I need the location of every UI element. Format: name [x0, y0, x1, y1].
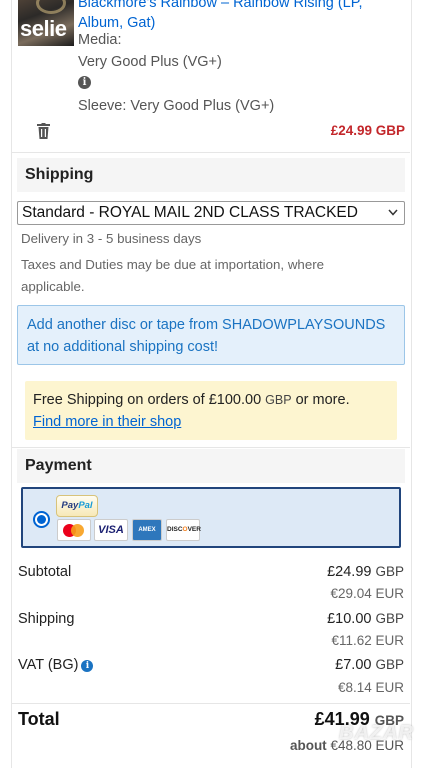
paypal-pal: Pal — [78, 500, 93, 511]
album-cover[interactable]: selie — [18, 0, 74, 46]
watermark-logo: BAZAR — [339, 722, 414, 744]
item-price: £24.99 GBP — [330, 123, 405, 138]
free-shipping-promo: Free Shipping on orders of £100.00 GBP o… — [25, 381, 397, 440]
paypal-logo: PayPal — [56, 495, 98, 517]
sleeve-condition: Sleeve: Very Good Plus (VG+) — [78, 98, 275, 114]
subtotal-eur: €29.04 EUR — [330, 586, 404, 601]
promo-text: Free Shipping on orders of £100.00 GBP o… — [33, 389, 397, 411]
subtotal-value: £24.99 GBP — [327, 564, 404, 580]
vat-value: £7.00 GBP — [335, 657, 404, 673]
cart-item: selie Blackmore's Rainbow – Rainbow Risi… — [11, 0, 411, 152]
item-title-line1: Blackmore's Rainbow – Rainbow Rising (LP… — [78, 0, 363, 11]
find-more-link[interactable]: Find more in their shop — [33, 414, 181, 430]
subtotal-label: Subtotal — [18, 564, 72, 580]
promo-suffix: or more. — [295, 392, 350, 408]
taxes-note-line1: Taxes and Duties may be due at importati… — [21, 257, 325, 272]
combine-shipping-notice: Add another disc or tape from SHADOWPLAY… — [17, 305, 405, 365]
trash-icon[interactable] — [37, 123, 50, 139]
vat-label: VAT (BG) i — [18, 657, 94, 673]
radio-selected-icon[interactable] — [33, 511, 50, 528]
info-icon[interactable]: i — [78, 76, 91, 89]
paypal-pay: Pay — [61, 500, 79, 511]
media-label: Media: — [78, 32, 122, 48]
divider — [12, 152, 410, 153]
shipping-eur: €11.62 EUR — [331, 633, 404, 648]
vat-eur: €8.14 EUR — [337, 680, 404, 695]
visa-logo: VISA — [94, 519, 128, 541]
notice-line1: Add another disc or tape from SHADOWPLAY… — [27, 317, 386, 333]
shipping-header: Shipping — [17, 158, 405, 192]
paypal-payment-option[interactable]: PayPal VISA AMEX DISCOVER — [21, 487, 401, 548]
discover-logo: DISCOVER — [166, 519, 201, 541]
cover-art-rainbow — [36, 0, 66, 14]
shipping-label: Shipping — [18, 611, 75, 627]
right-border — [411, 0, 412, 768]
divider — [12, 703, 410, 704]
shipping-method-select[interactable]: Standard - ROYAL MAIL 2ND CLASS TRACKED — [17, 201, 405, 225]
shipping-value: £10.00 GBP — [327, 611, 404, 627]
item-title-link[interactable]: Blackmore's Rainbow – Rainbow Rising (LP… — [78, 0, 408, 33]
promo-prefix: Free Shipping on orders of £100.00 — [33, 392, 262, 408]
taxes-note-line2: applicable. — [21, 279, 85, 294]
shipping-method-value: Standard - ROYAL MAIL 2ND CLASS TRACKED — [22, 204, 358, 221]
total-label: Total — [18, 709, 60, 729]
promo-currency: GBP — [265, 393, 292, 407]
delivery-estimate: Delivery in 3 - 5 business days — [21, 231, 202, 246]
chevron-down-icon — [388, 209, 398, 216]
notice-line2: at no additional shipping cost! — [27, 339, 219, 355]
amex-logo: AMEX — [132, 519, 162, 541]
item-title-line2: Album, Gat) — [78, 15, 156, 31]
mastercard-logo — [57, 519, 91, 541]
divider — [12, 447, 410, 448]
vat-info-icon[interactable]: i — [81, 660, 94, 672]
media-condition: Very Good Plus (VG+) — [78, 54, 222, 70]
cover-text: selie — [20, 16, 67, 41]
payment-header: Payment — [17, 449, 405, 483]
